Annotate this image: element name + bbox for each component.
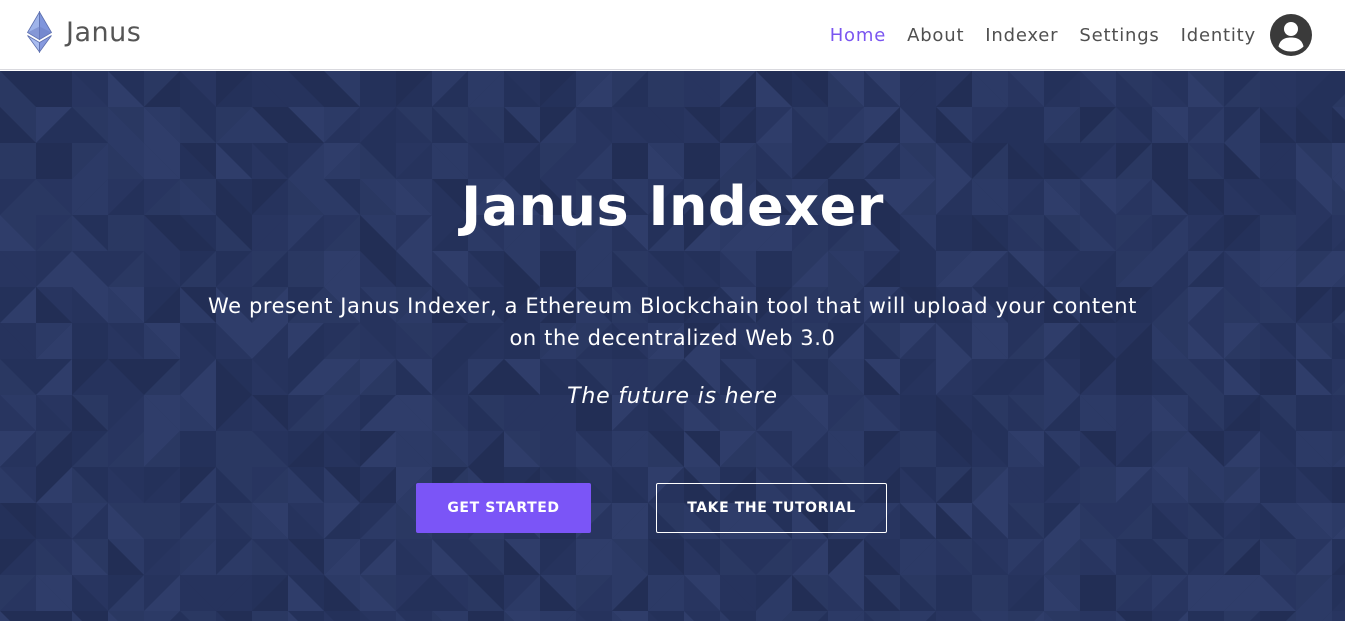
hero-tagline: The future is here — [567, 384, 778, 409]
top-navbar: Janus Home About Indexer Settings Identi… — [0, 0, 1345, 70]
hero-description: We present Janus Indexer, a Ethereum Blo… — [208, 294, 1137, 350]
user-circle-icon[interactable] — [1270, 14, 1312, 56]
get-started-button[interactable]: GET STARTED — [416, 483, 591, 533]
nav-link-settings[interactable]: Settings — [1079, 25, 1159, 46]
nav-link-about[interactable]: About — [907, 25, 964, 46]
hero-section: Janus Indexer We present Janus Indexer, … — [0, 71, 1345, 621]
hero-title: Janus Indexer — [461, 175, 884, 238]
nav-link-home[interactable]: Home — [830, 25, 886, 46]
nav-link-identity[interactable]: Identity — [1181, 25, 1256, 46]
ethereum-diamond-icon — [26, 11, 53, 53]
take-tutorial-button[interactable]: TAKE THE TUTORIAL — [656, 483, 887, 533]
brand-home-link[interactable]: Janus — [26, 10, 141, 54]
nav-link-indexer[interactable]: Indexer — [985, 25, 1058, 46]
brand-name: Janus — [66, 16, 142, 48]
main-nav: Home About Indexer Settings Identity — [830, 22, 1256, 48]
